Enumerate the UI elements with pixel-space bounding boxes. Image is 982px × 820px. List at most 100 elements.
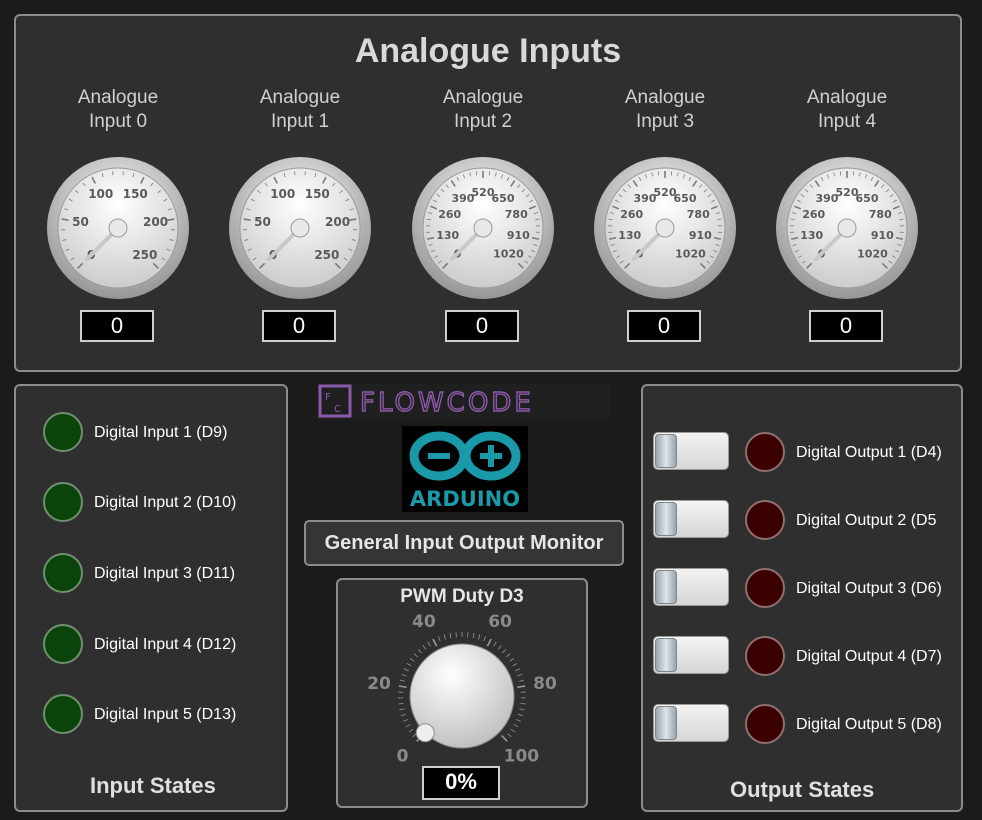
label-line-2: Input 1: [270, 111, 330, 132]
pwm-value-display: 0%: [422, 766, 500, 800]
gauge-tick-label: 130: [436, 229, 459, 242]
analogue-input-0-gauge: 050100150200250: [47, 157, 189, 299]
gauge-tick-label: 100: [88, 187, 113, 201]
gauge-tick: [167, 218, 175, 221]
gauge-tick-label: 250: [314, 248, 339, 262]
pwm-tick: [510, 728, 516, 733]
pwm-tick: [432, 638, 438, 647]
digital-input-5-label: Digital Input 5 (D13): [94, 706, 237, 723]
gauge-tick-label: 50: [254, 215, 271, 229]
pwm-tick: [398, 685, 407, 689]
pwm-tick: [472, 633, 475, 639]
gauge-tick-label: 200: [325, 215, 350, 229]
digital-input-5-led: [43, 694, 83, 734]
pwm-tick: [417, 649, 422, 654]
analogue-input-2-value: 0: [445, 310, 519, 342]
label-line-2: Input 3: [635, 111, 695, 132]
pwm-tick: [408, 728, 414, 733]
gauge-tick-label: 150: [305, 187, 330, 201]
gauge-hub: [473, 218, 493, 238]
pwm-tick: [515, 668, 521, 672]
toggle-knob[interactable]: [655, 706, 677, 740]
label-line-1: Analogue: [259, 87, 341, 108]
gauge-tick-label: 260: [620, 208, 643, 221]
analogue-input-0-value: 0: [80, 310, 154, 342]
digital-input-4-led: [43, 624, 83, 664]
pwm-tick: [409, 658, 415, 662]
digital-input-1-label: Digital Input 1 (D9): [94, 424, 228, 441]
digital-output-2-label: Digital Output 2 (D5: [796, 512, 937, 529]
gauge-tick-label: 200: [143, 215, 168, 229]
analogue-input-0-label: Analogue Input 0: [48, 86, 188, 134]
general-io-monitor-button[interactable]: General Input Output Monitor: [304, 520, 624, 566]
gauge-tick-label: 250: [132, 248, 157, 262]
digital-output-4-toggle[interactable]: [653, 636, 729, 674]
gauge-hub: [290, 218, 310, 238]
svg-text:F: F: [325, 392, 331, 403]
digital-output-2-led: [745, 500, 785, 540]
gauge-tick-label: 910: [871, 229, 894, 242]
pwm-tick: [513, 724, 519, 728]
analogue-inputs-title: Analogue Inputs: [354, 32, 622, 70]
label-line-1: Analogue: [624, 87, 706, 108]
pwm-tick: [478, 634, 481, 640]
pwm-tick: [438, 636, 441, 642]
gauge-tick-label: 260: [802, 208, 825, 221]
pwm-tick: [427, 641, 431, 647]
label-line-1: Analogue: [806, 87, 888, 108]
pwm-scale-label: 100: [504, 746, 540, 766]
gauge-tick-label: 780: [869, 208, 892, 221]
digital-input-2-led: [43, 482, 83, 522]
analogue-input-3-value: 0: [627, 310, 701, 342]
pwm-tick: [413, 653, 419, 658]
pwm-tick: [512, 663, 518, 667]
digital-input-3-label: Digital Input 3 (D11): [94, 565, 236, 582]
pwm-tick: [401, 673, 407, 677]
arduino-logo-text: ARDUINO: [410, 487, 520, 511]
digital-output-3-led: [745, 568, 785, 608]
gauge-tick-label: 260: [438, 208, 461, 221]
pwm-tick: [449, 633, 452, 639]
digital-output-2-toggle[interactable]: [653, 500, 729, 538]
toggle-knob[interactable]: [655, 434, 677, 468]
digital-output-1-toggle[interactable]: [653, 432, 729, 470]
pwm-tick: [515, 719, 521, 722]
input-states-title: Input States: [90, 773, 216, 798]
gauge-hub: [837, 218, 857, 238]
digital-output-1-led: [745, 432, 785, 472]
output-states-title: Output States: [730, 777, 875, 802]
pwm-knob-indicator[interactable]: [415, 723, 435, 743]
gauge-tick-label: 780: [687, 208, 710, 221]
digital-output-3-label: Digital Output 3 (D6): [796, 580, 942, 597]
flowcode-logo-text: FLOWCODE: [360, 388, 534, 418]
toggle-knob[interactable]: [655, 502, 677, 536]
gauge-tick: [243, 218, 251, 221]
digital-output-5-toggle[interactable]: [653, 704, 729, 742]
pwm-scale-label: 20: [367, 674, 391, 694]
gauge-tick: [349, 218, 357, 221]
label-line-2: Input 2: [453, 111, 513, 132]
toggle-knob[interactable]: [655, 570, 677, 604]
digital-input-2-label: Digital Input 2 (D10): [94, 494, 237, 511]
pwm-tick: [443, 634, 446, 640]
pwm-tick: [497, 645, 502, 650]
toggle-knob[interactable]: [655, 638, 677, 672]
analogue-input-4-value: 0: [809, 310, 883, 342]
pwm-tick: [520, 702, 526, 705]
pwm-tick: [398, 702, 404, 705]
gauge-tick: [61, 218, 69, 221]
digital-output-5-led: [745, 704, 785, 744]
gauge-hub: [655, 218, 675, 238]
label-line-2: Input 4: [817, 111, 877, 132]
pwm-tick: [399, 708, 405, 711]
pwm-tick: [493, 641, 497, 647]
label-line-2: Input 0: [88, 111, 148, 132]
digital-output-3-toggle[interactable]: [653, 568, 729, 606]
gauge-tick-label: 150: [123, 187, 148, 201]
arduino-logo: ARDUINO: [402, 426, 528, 512]
pwm-knob-dial[interactable]: 0 20 40 60 80 100: [338, 600, 586, 780]
pwm-tick: [517, 713, 523, 717]
pwm-tick: [403, 719, 409, 722]
analogue-input-3-gauge: 01302603905206507809101020: [594, 157, 736, 299]
gauge-tick-label: 50: [72, 215, 89, 229]
